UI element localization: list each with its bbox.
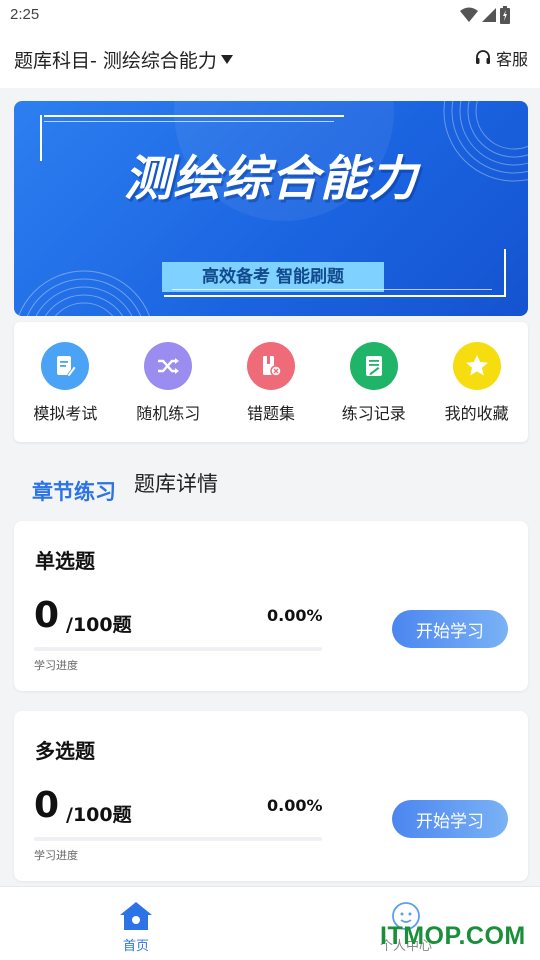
progress-percent: 0.00% (267, 606, 323, 625)
banner-frame-line (44, 121, 334, 122)
quick-actions: 模拟考试 随机练习 错题集 练习记录 我的收藏 (14, 322, 528, 442)
quick-action-label: 随机练习 (136, 404, 201, 423)
watermark-logo: ITMOP.COM (380, 922, 526, 950)
headset-icon (475, 50, 490, 64)
total-count: /100题 (66, 614, 132, 636)
caret-down-icon (220, 55, 233, 64)
wrong-book-icon (246, 342, 295, 390)
start-study-button[interactable]: 开始学习 (392, 800, 508, 838)
quick-action-label: 我的收藏 (444, 404, 509, 423)
tab-bank-details[interactable]: 题库详情 (134, 468, 218, 498)
progress-label: 学习进度 (34, 659, 78, 672)
progress-bar (34, 837, 322, 841)
app-header: 题库科目- 测绘综合能力 客服 (0, 32, 540, 88)
nav-home[interactable]: 首页 (91, 901, 181, 954)
quick-action-random[interactable]: 随机练习 (117, 322, 220, 442)
answered-count: 0 (34, 785, 60, 826)
start-study-button[interactable]: 开始学习 (392, 610, 508, 648)
record-doc-icon (349, 342, 398, 390)
subject-selector[interactable]: 题库科目- 测绘综合能力 (14, 46, 233, 73)
home-icon (120, 902, 152, 930)
progress-bar (34, 647, 322, 651)
quick-action-label: 错题集 (246, 404, 295, 423)
content-tabs: 章节练习 题库详情 (32, 468, 218, 504)
question-card-multiple: 多选题 0 /100题 0.00% 学习进度 开始学习 (14, 711, 528, 881)
subject-label: 题库科目- 测绘综合能力 (14, 50, 217, 72)
answered-count: 0 (34, 595, 60, 636)
banner[interactable]: 测绘综合能力 高效备考 智能刷题 (14, 101, 528, 316)
progress-label: 学习进度 (34, 849, 78, 862)
quick-action-records[interactable]: 练习记录 (322, 322, 425, 442)
banner-subtitle: 高效备考 智能刷题 (162, 262, 384, 292)
banner-frame-line (164, 295, 504, 297)
support-label: 客服 (495, 50, 528, 69)
total-count: /100题 (66, 804, 132, 826)
quick-action-label: 练习记录 (341, 404, 406, 423)
banner-frame-line (44, 115, 344, 117)
quick-action-label: 模拟考试 (33, 404, 98, 423)
nav-home-label: 首页 (122, 939, 149, 954)
quick-action-wrong[interactable]: 错题集 (220, 322, 323, 442)
status-icons (460, 6, 510, 24)
question-type-title: 单选题 (35, 549, 95, 573)
banner-title: 测绘综合能力 (123, 151, 418, 207)
support-button[interactable]: 客服 (474, 46, 528, 70)
progress-percent: 0.00% (267, 796, 323, 815)
banner-frame-line (504, 249, 506, 297)
status-bar: 2:25 (0, 0, 540, 32)
wifi-icon (460, 7, 478, 22)
shuffle-icon (144, 342, 193, 390)
exam-doc-icon (41, 342, 90, 390)
battery-icon (500, 6, 510, 24)
tab-chapter-practice[interactable]: 章节练习 (32, 476, 116, 506)
quick-action-mock-exam[interactable]: 模拟考试 (14, 322, 117, 442)
question-type-title: 多选题 (35, 739, 95, 763)
status-time: 2:25 (10, 6, 40, 23)
star-icon (452, 342, 501, 390)
question-card-single: 单选题 0 /100题 0.00% 学习进度 开始学习 (14, 521, 528, 691)
banner-frame-line (172, 289, 492, 290)
signal-icon (482, 8, 496, 22)
quick-action-favorites[interactable]: 我的收藏 (425, 322, 528, 442)
